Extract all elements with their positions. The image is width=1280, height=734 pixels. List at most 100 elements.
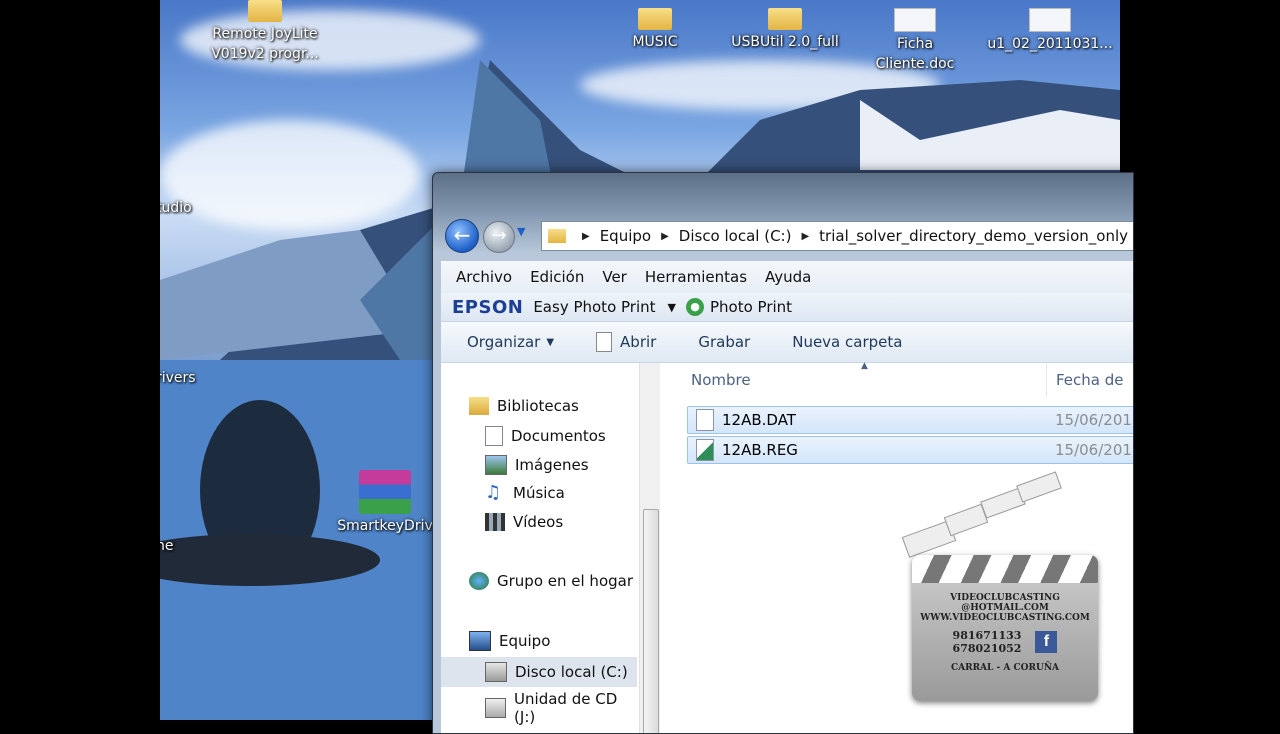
breadcrumb-equipo[interactable]: Equipo: [600, 227, 651, 245]
scrollbar-thumb[interactable]: [643, 509, 659, 733]
photo-print-button[interactable]: Photo Print: [710, 298, 792, 316]
back-button[interactable]: ←: [445, 219, 479, 253]
desktop-icon-partial[interactable]: rivers: [160, 368, 196, 388]
column-divider[interactable]: [1046, 363, 1047, 397]
watermark-text: VIDEOCLUBCASTING: [950, 593, 1060, 603]
hard-drive-icon: [485, 662, 507, 682]
desktop-icon-partial[interactable]: ne: [160, 536, 174, 556]
homegroup-icon: [469, 572, 489, 590]
open-button[interactable]: Abrir: [596, 332, 656, 352]
nav-label: Imágenes: [515, 456, 589, 474]
nav-item-documentos[interactable]: Documentos: [485, 426, 606, 446]
folder-icon: [248, 0, 282, 22]
folder-icon: [638, 8, 672, 30]
watermark-text: WWW.VIDEOCLUBCASTING.COM: [920, 613, 1090, 623]
column-header-date[interactable]: Fecha de: [1056, 371, 1124, 389]
documents-icon: [485, 426, 503, 446]
menu-edicion[interactable]: Edición: [530, 268, 584, 286]
nav-label: Disco local (C:): [515, 663, 628, 681]
file-name: 12AB.REG: [722, 441, 798, 459]
breadcrumb-disco-local[interactable]: Disco local (C:): [679, 227, 792, 245]
videoclubcasting-watermark: VIDEOCLUBCASTING @HOTMAIL.COM WWW.VIDEOC…: [912, 555, 1098, 701]
file-row[interactable]: 12AB.REG 15/06/201: [687, 436, 1133, 464]
pictures-icon: [485, 455, 507, 475]
folder-icon: [548, 229, 566, 243]
nav-item-disco-local[interactable]: Disco local (C:): [441, 657, 637, 687]
organize-label: Organizar: [467, 333, 541, 351]
menu-ayuda[interactable]: Ayuda: [765, 268, 811, 286]
music-note-icon: ♫: [485, 482, 502, 503]
chevron-down-icon: ▼: [546, 336, 555, 348]
breadcrumb-folder[interactable]: trial_solver_directory_demo_version_only: [819, 227, 1128, 245]
command-bar: Organizar ▼ Abrir Grabar Nueva carpeta: [441, 322, 1133, 363]
desktop-icon-label: tudio: [160, 200, 192, 216]
nav-item-videos[interactable]: Vídeos: [485, 513, 563, 531]
photo-print-icon: ●: [686, 298, 704, 316]
epson-toolbar: EPSON Easy Photo Print ▼ ● Photo Print: [441, 293, 1133, 322]
nav-scrollbar[interactable]: [639, 363, 660, 733]
nav-label: Grupo en el hogar: [497, 572, 633, 590]
navigation-bar: ← → ▼ ▶ Equipo ▶ Disco local (C:) ▶ tria…: [445, 217, 1133, 253]
chevron-down-icon[interactable]: ▼: [668, 301, 676, 314]
registry-file-icon: [696, 439, 714, 461]
page-icon: [596, 332, 613, 352]
file-icon: [696, 409, 714, 431]
chevron-right-icon[interactable]: ▶: [582, 231, 590, 242]
menu-herramientas[interactable]: Herramientas: [645, 268, 747, 286]
forward-button[interactable]: →: [483, 221, 515, 253]
desktop-icon-partial[interactable]: 2: [160, 30, 170, 50]
desktop-icon-music[interactable]: MUSIC: [610, 8, 700, 52]
film-strip-icon: [485, 513, 505, 531]
nav-item-imagenes[interactable]: Imágenes: [485, 455, 589, 475]
burn-button[interactable]: Grabar: [698, 333, 750, 351]
file-row[interactable]: 12AB.DAT 15/06/201: [687, 406, 1133, 434]
easy-photo-print-button[interactable]: Easy Photo Print: [533, 298, 655, 316]
desktop-icon-u1-02[interactable]: u1_02_2011031...: [980, 8, 1120, 54]
nav-item-bibliotecas[interactable]: Bibliotecas: [469, 397, 579, 415]
nav-label: Música: [513, 484, 565, 502]
document-icon: [894, 8, 936, 32]
open-label: Abrir: [620, 333, 657, 351]
desktop-icon-remote-joylite[interactable]: Remote JoyLite V019v2 progr...: [200, 0, 330, 64]
new-folder-button[interactable]: Nueva carpeta: [792, 333, 902, 351]
watermark-text: @HOTMAIL.COM: [961, 603, 1049, 613]
address-bar[interactable]: ▶ Equipo ▶ Disco local (C:) ▶ trial_solv…: [541, 221, 1133, 251]
desktop-icon-label: Remote JoyLite V019v2 progr...: [211, 26, 319, 62]
watermark-text: CARRAL - A CORUÑA: [950, 663, 1060, 673]
nav-item-musica[interactable]: ♫ Música: [485, 482, 565, 503]
navigation-pane: ▲ Bibliotecas Documentos Imágenes ♫ Músi…: [441, 363, 652, 733]
nav-item-unidad-cd[interactable]: Unidad de CD (J:): [485, 690, 637, 726]
document-icon: [1029, 8, 1071, 32]
nav-item-equipo[interactable]: Equipo: [469, 631, 550, 651]
nav-label: Equipo: [499, 632, 551, 650]
facebook-icon: f: [1035, 631, 1058, 653]
column-header-name[interactable]: Nombre: [691, 371, 751, 389]
organize-button[interactable]: Organizar ▼: [467, 333, 554, 351]
desktop-icon-label: ne: [160, 538, 174, 554]
menu-archivo[interactable]: Archivo: [456, 268, 512, 286]
desktop-icon-label: MUSIC: [632, 34, 678, 50]
winrar-icon: [359, 470, 411, 514]
watermark-phone: 678021052: [952, 642, 1022, 655]
folder-icon: [768, 8, 802, 30]
chevron-right-icon[interactable]: ▶: [801, 231, 809, 242]
desktop-icon-smartkey[interactable]: SmartkeyDriv: [330, 470, 440, 536]
nav-label: Vídeos: [513, 513, 564, 531]
file-date: 15/06/201: [1055, 411, 1132, 429]
computer-icon: [469, 631, 491, 651]
epson-logo: EPSON: [452, 296, 524, 318]
arrow-right-icon: →: [491, 225, 507, 246]
libraries-icon: [469, 397, 489, 415]
watermark-phone: 981671133: [952, 629, 1022, 642]
desktop-icon-label: SmartkeyDriv: [337, 518, 433, 534]
recent-pages-dropdown[interactable]: ▼: [517, 225, 525, 238]
desktop-icon-ficha-cliente[interactable]: Ficha Cliente.doc: [865, 8, 965, 74]
chevron-right-icon[interactable]: ▶: [661, 231, 669, 242]
nav-item-grupo-hogar[interactable]: Grupo en el hogar: [469, 572, 633, 590]
clapperboard-stripes: [912, 555, 1098, 583]
menu-ver[interactable]: Ver: [602, 268, 627, 286]
nav-label: Bibliotecas: [497, 397, 579, 415]
desktop-icon-partial[interactable]: tudio: [160, 198, 192, 218]
column-headers: Nombre ▲ Fecha de: [661, 361, 1133, 397]
desktop-icon-usbutil[interactable]: USBUtil 2.0_full: [720, 8, 850, 52]
